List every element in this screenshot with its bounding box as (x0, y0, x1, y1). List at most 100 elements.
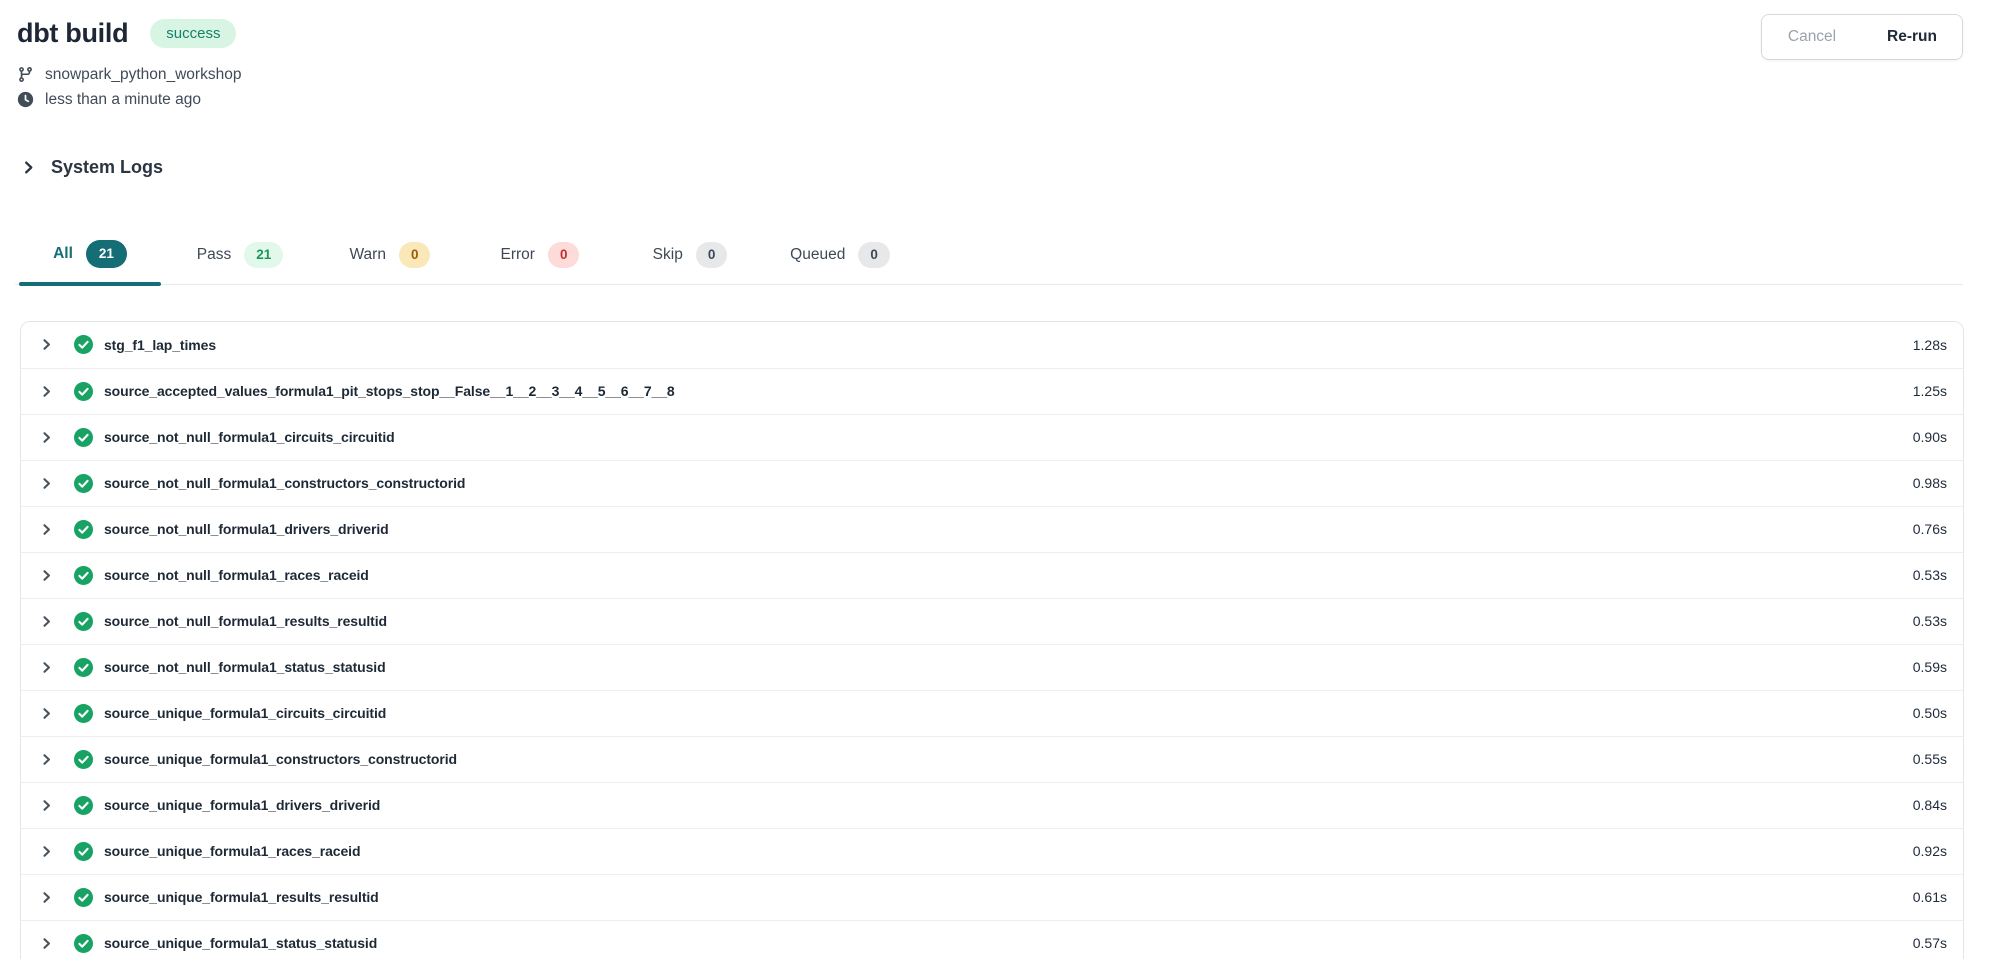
result-name: source_not_null_formula1_constructors_co… (104, 475, 465, 491)
result-name: source_not_null_formula1_races_raceid (104, 567, 369, 583)
tab-label: Pass (197, 246, 231, 264)
branch-row: snowpark_python_workshop (17, 63, 1963, 86)
chevron-right-icon[interactable] (35, 615, 57, 628)
result-row[interactable]: source_accepted_values_formula1_pit_stop… (21, 368, 1963, 414)
chevron-right-icon[interactable] (35, 937, 57, 950)
tab-queued[interactable]: Queued 0 (765, 238, 915, 284)
rerun-button[interactable]: Re-run (1862, 15, 1962, 59)
chevron-right-icon[interactable] (35, 385, 57, 398)
result-duration: 0.61s (1913, 889, 1947, 905)
result-name: source_unique_formula1_status_statusid (104, 935, 377, 951)
result-row[interactable]: source_unique_formula1_results_resultid … (21, 874, 1963, 920)
tab-pass[interactable]: Pass 21 (165, 238, 315, 284)
tab-label: Error (501, 246, 535, 264)
result-duration: 0.55s (1913, 751, 1947, 767)
title-row: dbt build success (17, 18, 1963, 49)
tab-label: Warn (350, 246, 386, 264)
result-row[interactable]: source_not_null_formula1_drivers_driveri… (21, 506, 1963, 552)
result-duration: 0.92s (1913, 843, 1947, 859)
result-duration: 0.90s (1913, 429, 1947, 445)
tab-label: Queued (790, 246, 845, 264)
tab-count-badge: 21 (244, 242, 283, 268)
result-name: source_not_null_formula1_results_resulti… (104, 613, 387, 629)
run-time-ago: less than a minute ago (45, 88, 201, 111)
chevron-right-icon (21, 160, 36, 175)
result-name: source_not_null_formula1_status_statusid (104, 659, 386, 675)
result-row[interactable]: source_unique_formula1_races_raceid 0.92… (21, 828, 1963, 874)
result-duration: 0.53s (1913, 567, 1947, 583)
result-duration: 0.53s (1913, 613, 1947, 629)
check-circle-icon (74, 934, 93, 953)
tab-count-badge: 0 (696, 242, 728, 268)
chevron-right-icon[interactable] (35, 707, 57, 720)
tab-count-badge: 0 (399, 242, 431, 268)
result-row[interactable]: source_unique_formula1_circuits_circuiti… (21, 690, 1963, 736)
tab-label: Skip (653, 246, 683, 264)
chevron-right-icon[interactable] (35, 891, 57, 904)
cancel-button[interactable]: Cancel (1762, 15, 1862, 59)
check-circle-icon (74, 335, 93, 354)
result-row[interactable]: stg_f1_lap_times 1.28s (21, 322, 1963, 368)
result-row[interactable]: source_unique_formula1_status_statusid 0… (21, 920, 1963, 959)
check-circle-icon (74, 842, 93, 861)
tabs-bar: All 21 Pass 21 Warn 0 Error 0 Skip 0 Que… (15, 236, 1963, 285)
check-circle-icon (74, 520, 93, 539)
run-header: dbt build success Cancel Re-run snowpark… (0, 0, 1999, 111)
run-actions: Cancel Re-run (1761, 14, 1963, 60)
check-circle-icon (74, 474, 93, 493)
check-circle-icon (74, 566, 93, 585)
time-row: less than a minute ago (17, 88, 1963, 111)
result-name: source_unique_formula1_circuits_circuiti… (104, 705, 386, 721)
result-name: source_unique_formula1_drivers_driverid (104, 797, 380, 813)
result-duration: 0.98s (1913, 475, 1947, 491)
tab-error[interactable]: Error 0 (465, 238, 615, 284)
check-circle-icon (74, 750, 93, 769)
result-duration: 0.59s (1913, 659, 1947, 675)
tab-count-badge: 0 (858, 242, 890, 268)
check-circle-icon (74, 428, 93, 447)
chevron-right-icon[interactable] (35, 523, 57, 536)
result-row[interactable]: source_not_null_formula1_constructors_co… (21, 460, 1963, 506)
system-logs-label: System Logs (51, 157, 163, 178)
chevron-right-icon[interactable] (35, 799, 57, 812)
tab-skip[interactable]: Skip 0 (615, 238, 765, 284)
result-row[interactable]: source_unique_formula1_drivers_driverid … (21, 782, 1963, 828)
result-duration: 0.76s (1913, 521, 1947, 537)
result-row[interactable]: source_not_null_formula1_status_statusid… (21, 644, 1963, 690)
result-duration: 0.84s (1913, 797, 1947, 813)
chevron-right-icon[interactable] (35, 477, 57, 490)
result-name: source_unique_formula1_races_raceid (104, 843, 360, 859)
page-title: dbt build (17, 18, 128, 49)
check-circle-icon (74, 658, 93, 677)
check-circle-icon (74, 382, 93, 401)
system-logs-toggle[interactable]: System Logs (21, 157, 163, 178)
result-row[interactable]: source_not_null_formula1_circuits_circui… (21, 414, 1963, 460)
result-duration: 0.57s (1913, 935, 1947, 951)
result-name: source_accepted_values_formula1_pit_stop… (104, 383, 675, 399)
chevron-right-icon[interactable] (35, 753, 57, 766)
chevron-right-icon[interactable] (35, 569, 57, 582)
check-circle-icon (74, 888, 93, 907)
result-duration: 0.50s (1913, 705, 1947, 721)
result-name: source_unique_formula1_constructors_cons… (104, 751, 457, 767)
tab-count-badge: 21 (86, 240, 127, 268)
chevron-right-icon[interactable] (35, 338, 57, 351)
chevron-right-icon[interactable] (35, 661, 57, 674)
tab-all[interactable]: All 21 (15, 236, 165, 284)
check-circle-icon (74, 704, 93, 723)
result-row[interactable]: source_not_null_formula1_races_raceid 0.… (21, 552, 1963, 598)
run-meta: snowpark_python_workshop less than a min… (17, 63, 1963, 111)
chevron-right-icon[interactable] (35, 845, 57, 858)
tab-count-badge: 0 (548, 242, 580, 268)
status-badge: success (150, 19, 236, 48)
branch-name: snowpark_python_workshop (45, 63, 241, 86)
result-name: source_unique_formula1_results_resultid (104, 889, 379, 905)
tab-warn[interactable]: Warn 0 (315, 238, 465, 284)
check-circle-icon (74, 796, 93, 815)
result-row[interactable]: source_not_null_formula1_results_resulti… (21, 598, 1963, 644)
result-name: source_not_null_formula1_drivers_driveri… (104, 521, 389, 537)
chevron-right-icon[interactable] (35, 431, 57, 444)
result-name: source_not_null_formula1_circuits_circui… (104, 429, 395, 445)
result-row[interactable]: source_unique_formula1_constructors_cons… (21, 736, 1963, 782)
result-name: stg_f1_lap_times (104, 337, 216, 353)
